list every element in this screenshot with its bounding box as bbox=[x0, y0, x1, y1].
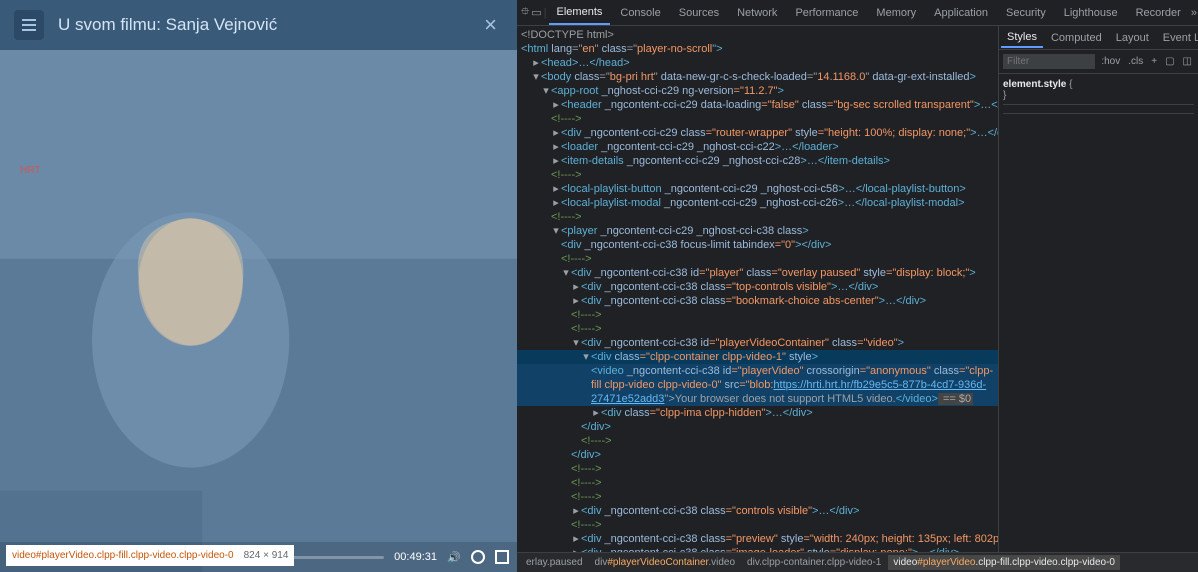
tab-elements[interactable]: Elements bbox=[549, 1, 611, 25]
tab-recorder[interactable]: Recorder bbox=[1128, 2, 1189, 24]
menu-icon[interactable] bbox=[14, 10, 44, 40]
dom-breadcrumbs: erlay.paused div#playerVideoContainer.vi… bbox=[517, 552, 1198, 572]
close-icon[interactable]: × bbox=[478, 12, 503, 38]
hov-toggle[interactable]: :hov bbox=[1099, 56, 1122, 67]
tab-listeners[interactable]: Event Listeners bbox=[1157, 29, 1198, 47]
styles-panel: Styles Computed Layout Event Listeners »… bbox=[998, 26, 1198, 552]
crumb-active[interactable]: video#playerVideo.clpp-fill.clpp-video.c… bbox=[888, 555, 1120, 570]
tab-computed[interactable]: Computed bbox=[1045, 29, 1108, 47]
inspect-icon[interactable]: ⯐ bbox=[521, 6, 529, 20]
tab-layout[interactable]: Layout bbox=[1110, 29, 1155, 47]
tab-memory[interactable]: Memory bbox=[868, 2, 924, 24]
tooltip-dimensions: 824 × 914 bbox=[244, 549, 289, 562]
tab-sources[interactable]: Sources bbox=[671, 2, 727, 24]
page-panel: U svom filmu: Sanja Vejnović × HRT 00:49… bbox=[0, 0, 517, 572]
video-time: 00:49:31 bbox=[394, 551, 437, 563]
panel-icon[interactable]: ◫ bbox=[1181, 56, 1194, 67]
css-rules[interactable]: element.style {}</span><div><span class=… bbox=[999, 74, 1198, 552]
settings-icon[interactable] bbox=[471, 550, 485, 564]
channel-logo: HRT bbox=[20, 165, 41, 176]
volume-icon[interactable]: 🔊 bbox=[447, 550, 461, 564]
element-tooltip: video#playerVideo.clpp-fill.clpp-video.c… bbox=[6, 545, 294, 566]
more-tabs-icon[interactable]: » bbox=[1191, 6, 1197, 20]
cls-toggle[interactable]: .cls bbox=[1126, 56, 1145, 67]
devtools-main: <!DOCTYPE html> <html lang="en" class="p… bbox=[517, 26, 1198, 552]
tab-application[interactable]: Application bbox=[926, 2, 996, 24]
box-icon[interactable]: ▢ bbox=[1163, 56, 1176, 67]
crumb[interactable]: div#playerVideoContainer.video bbox=[590, 555, 741, 570]
tab-styles[interactable]: Styles bbox=[1001, 28, 1043, 48]
new-rule-icon[interactable]: + bbox=[1149, 56, 1159, 67]
styles-tabs: Styles Computed Layout Event Listeners » bbox=[999, 26, 1198, 50]
tooltip-selector: video#playerVideo.clpp-fill.clpp-video.c… bbox=[12, 549, 234, 562]
devtools-tabs: ⯐ ▭ | Elements Console Sources Network P… bbox=[517, 0, 1198, 26]
titlebar: U svom filmu: Sanja Vejnović × bbox=[0, 0, 517, 50]
video-player[interactable]: HRT 00:49:31 🔊 bbox=[0, 50, 517, 572]
dom-tree[interactable]: <!DOCTYPE html> <html lang="en" class="p… bbox=[517, 26, 998, 552]
tab-network[interactable]: Network bbox=[729, 2, 785, 24]
selected-dom-node: <video _ngcontent-cci-c38 id="playerVide… bbox=[517, 364, 998, 406]
device-icon[interactable]: ▭ bbox=[531, 6, 541, 20]
devtools: ⯐ ▭ | Elements Console Sources Network P… bbox=[517, 0, 1198, 572]
tab-lighthouse[interactable]: Lighthouse bbox=[1056, 2, 1126, 24]
filter-input[interactable] bbox=[1003, 54, 1095, 69]
crumb[interactable]: div.clpp-container.clpp-video-1 bbox=[742, 555, 886, 570]
crumb[interactable]: erlay.paused bbox=[521, 555, 588, 570]
filter-row: :hov .cls + ▢ ◫ bbox=[999, 50, 1198, 74]
tab-console[interactable]: Console bbox=[612, 2, 668, 24]
page-title: U svom filmu: Sanja Vejnović bbox=[58, 15, 277, 35]
fullscreen-icon[interactable] bbox=[495, 550, 509, 564]
tab-security[interactable]: Security bbox=[998, 2, 1054, 24]
tab-performance[interactable]: Performance bbox=[787, 2, 866, 24]
